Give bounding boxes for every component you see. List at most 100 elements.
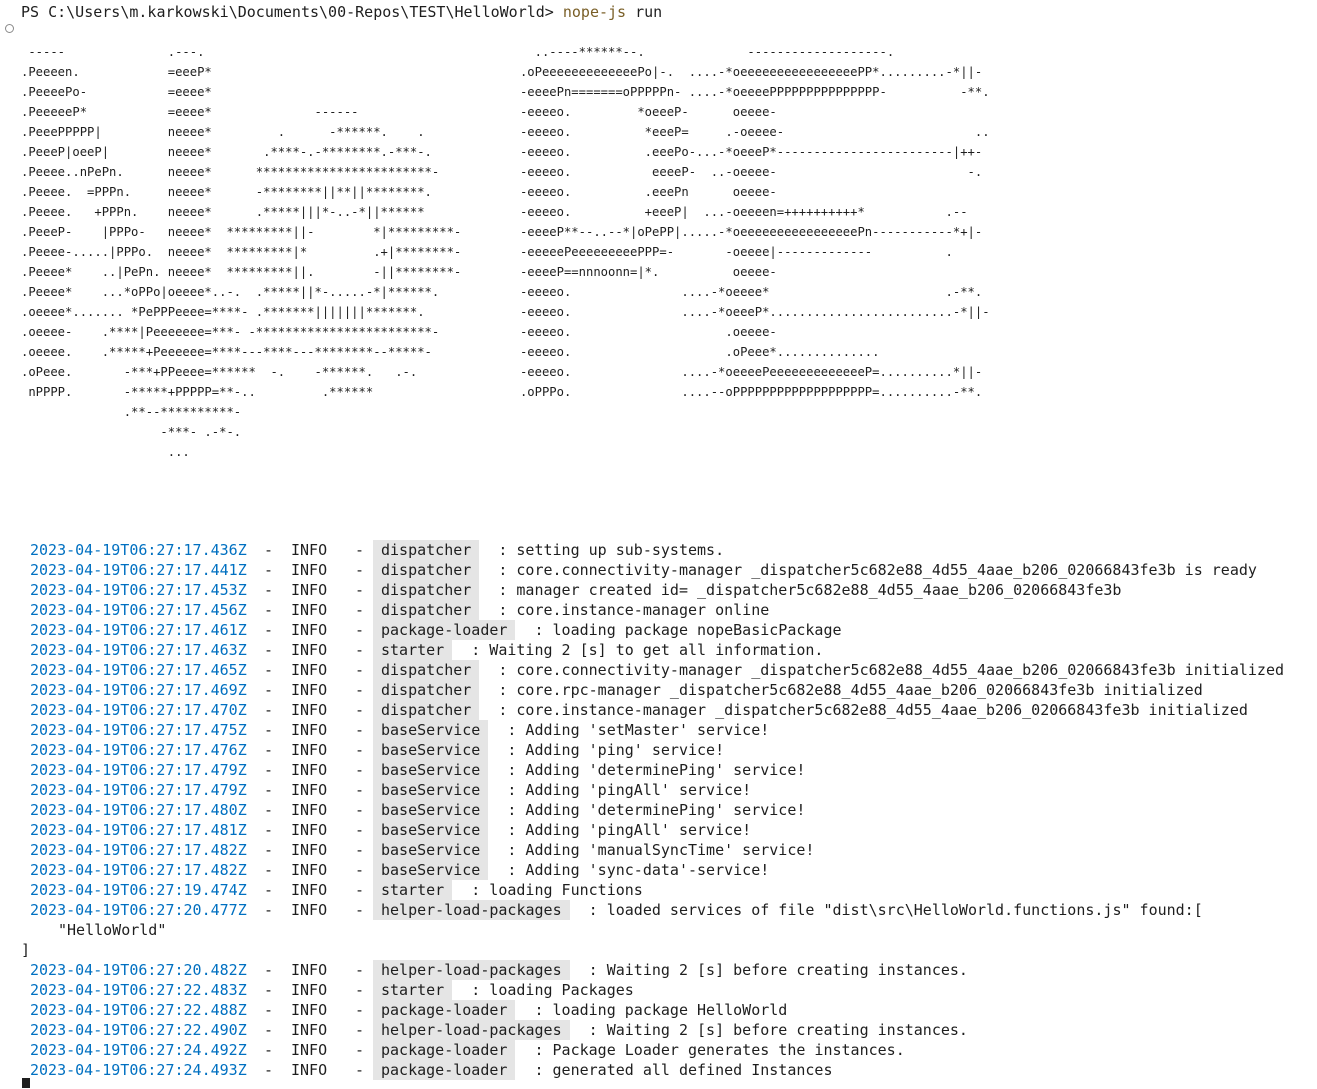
log-separator: -	[264, 901, 274, 919]
log-level: INFO	[291, 801, 328, 819]
log-source-tag: baseService	[373, 860, 489, 880]
log-timestamp: 2023-04-19T06:27:22.483Z	[30, 981, 247, 999]
log-source-tag: dispatcher	[373, 560, 480, 580]
log-timestamp: 2023-04-19T06:27:17.479Z	[30, 761, 247, 779]
log-separator: -	[264, 781, 274, 799]
terminal-window[interactable]: PS C:\Users\m.karkowski\Documents\00-Rep…	[0, 0, 1317, 1089]
log-row: 2023-04-19T06:27:17.479Z - INFO - baseServic…	[0, 780, 1317, 800]
log-separator: -	[355, 961, 365, 979]
log-source-tag: baseService	[373, 820, 489, 840]
log-row: 2023-04-19T06:27:17.482Z - INFO - baseServic…	[0, 860, 1317, 880]
log-source-tag: package-loader	[373, 1040, 516, 1060]
log-level: INFO	[291, 581, 328, 599]
log-row: 2023-04-19T06:27:17.480Z - INFO - baseServic…	[0, 800, 1317, 820]
log-timestamp: 2023-04-19T06:27:17.475Z	[30, 721, 247, 739]
log-message: : core.connectivity-manager _dispatcher5…	[489, 661, 1285, 679]
prompt-path: PS C:\Users\m.karkowski\Documents\00-Rep…	[21, 3, 563, 21]
log-row: 2023-04-19T06:27:17.461Z - INFO - package-lo…	[0, 620, 1317, 640]
log-separator: -	[355, 641, 365, 659]
log-level: INFO	[291, 681, 328, 699]
log-separator: -	[264, 801, 274, 819]
log-source-tag: starter	[373, 880, 453, 900]
log-source-tag: package-loader	[373, 620, 516, 640]
log-message: : core.connectivity-manager _dispatcher5…	[489, 561, 1257, 579]
log-separator: -	[264, 601, 274, 619]
log-continuation: "HelloWorld"	[58, 921, 167, 939]
log-separator: -	[264, 1001, 274, 1019]
log-separator: -	[355, 801, 365, 819]
log-level: INFO	[291, 601, 328, 619]
log-separator: -	[264, 721, 274, 739]
log-separator: -	[355, 621, 365, 639]
log-row: 2023-04-19T06:27:19.474Z - INFO - starter : …	[0, 880, 1317, 900]
log-level: INFO	[291, 641, 328, 659]
log-timestamp: 2023-04-19T06:27:17.482Z	[30, 861, 247, 879]
log-row: 2023-04-19T06:27:17.453Z - INFO - dispatcher…	[0, 580, 1317, 600]
command-prompt: PS C:\Users\m.karkowski\Documents\00-Rep…	[21, 2, 662, 22]
log-separator: -	[355, 741, 365, 759]
log-row: 2023-04-19T06:27:17.441Z - INFO - dispatcher…	[0, 560, 1317, 580]
log-level: INFO	[291, 841, 328, 859]
log-message: : core.instance-manager _dispatcher5c682…	[489, 701, 1248, 719]
log-timestamp: 2023-04-19T06:27:17.465Z	[30, 661, 247, 679]
log-separator: -	[264, 661, 274, 679]
log-source-tag: helper-load-packages	[373, 1020, 570, 1040]
log-timestamp: 2023-04-19T06:27:17.481Z	[30, 821, 247, 839]
log-timestamp: 2023-04-19T06:27:17.470Z	[30, 701, 247, 719]
log-row: 2023-04-19T06:27:20.482Z - INFO - helper-loa…	[0, 960, 1317, 980]
log-level: INFO	[291, 621, 328, 639]
log-separator: -	[264, 821, 274, 839]
log-separator: -	[264, 961, 274, 979]
log-row: 2023-04-19T06:27:24.492Z - INFO - package-lo…	[0, 1040, 1317, 1060]
log-message: : Waiting 2 [s] before creating instance…	[579, 961, 968, 979]
log-separator: -	[264, 681, 274, 699]
log-source-tag: dispatcher	[373, 540, 480, 560]
log-separator: -	[264, 701, 274, 719]
log-message: : Adding 'determinePing' service!	[498, 801, 806, 819]
log-message: : Waiting 2 [s] before creating instance…	[579, 1021, 968, 1039]
log-timestamp: 2023-04-19T06:27:20.477Z	[30, 901, 247, 919]
log-timestamp: 2023-04-19T06:27:17.441Z	[30, 561, 247, 579]
log-source-tag: dispatcher	[373, 700, 480, 720]
log-separator: -	[264, 1061, 274, 1079]
log-message: : Adding 'pingAll' service!	[498, 821, 752, 839]
log-level: INFO	[291, 701, 328, 719]
log-level: INFO	[291, 881, 328, 899]
log-level: INFO	[291, 861, 328, 879]
log-message: : core.rpc-manager _dispatcher5c682e88_4…	[489, 681, 1203, 699]
log-source-tag: dispatcher	[373, 580, 480, 600]
log-message: : Adding 'ping' service!	[498, 741, 725, 759]
log-level: INFO	[291, 741, 328, 759]
ascii-banner: ----- .---. ..----******--. ------------…	[21, 45, 990, 459]
log-separator: -	[264, 641, 274, 659]
log-timestamp: 2023-04-19T06:27:17.469Z	[30, 681, 247, 699]
prompt-command: nope-js	[562, 3, 627, 21]
log-timestamp: 2023-04-19T06:27:17.476Z	[30, 741, 247, 759]
log-source-tag: baseService	[373, 800, 489, 820]
log-source-tag: baseService	[373, 740, 489, 760]
command-decoration-icon[interactable]	[5, 24, 14, 33]
log-message: : Adding 'determinePing' service!	[498, 761, 806, 779]
log-row: 2023-04-19T06:27:22.483Z - INFO - starter : …	[0, 980, 1317, 1000]
log-separator: -	[264, 881, 274, 899]
log-level: INFO	[291, 1001, 328, 1019]
log-timestamp: 2023-04-19T06:27:17.479Z	[30, 781, 247, 799]
log-separator: -	[355, 821, 365, 839]
log-separator: -	[264, 761, 274, 779]
log-separator: -	[355, 721, 365, 739]
log-source-tag: starter	[373, 640, 453, 660]
log-row: 2023-04-19T06:27:17.476Z - INFO - baseServic…	[0, 740, 1317, 760]
log-separator: -	[355, 701, 365, 719]
log-separator: -	[264, 841, 274, 859]
prompt-args: run	[626, 3, 663, 21]
log-message: : core.instance-manager online	[489, 601, 770, 619]
log-source-tag: package-loader	[373, 1060, 516, 1080]
log-timestamp: 2023-04-19T06:27:24.493Z	[30, 1061, 247, 1079]
log-level: INFO	[291, 761, 328, 779]
log-separator: -	[264, 1041, 274, 1059]
log-message: : setting up sub-systems.	[489, 541, 725, 559]
log-separator: -	[264, 561, 274, 579]
log-timestamp: 2023-04-19T06:27:17.436Z	[30, 541, 247, 559]
log-separator: -	[355, 861, 365, 879]
log-row: 2023-04-19T06:27:17.456Z - INFO - dispatcher…	[0, 600, 1317, 620]
